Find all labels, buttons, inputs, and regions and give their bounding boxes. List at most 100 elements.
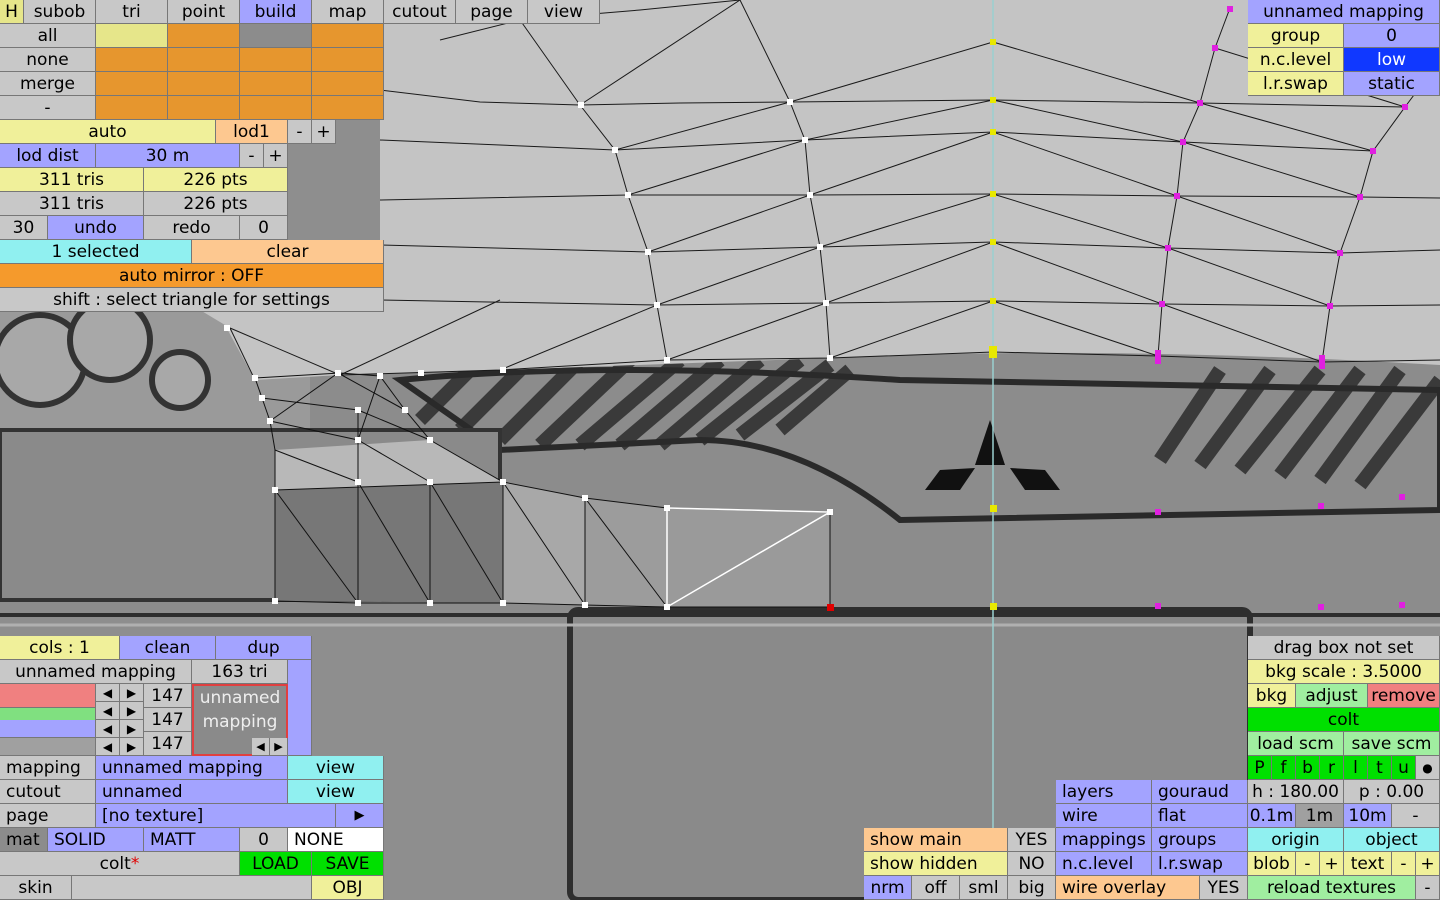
view-l-button[interactable]: l [1344, 756, 1368, 780]
view-t-button[interactable]: t [1368, 756, 1392, 780]
auto-mirror-toggle[interactable]: auto mirror : OFF [0, 264, 384, 288]
cutout-value[interactable]: unnamed [96, 780, 288, 804]
load-button[interactable]: LOAD [240, 852, 312, 876]
lod-dist-value[interactable]: 30 m [96, 144, 240, 168]
wire-button[interactable]: wire [1056, 804, 1152, 828]
undo-button[interactable]: undo [48, 216, 144, 240]
heading-value[interactable]: h : 180.00 [1248, 780, 1344, 804]
preview-right-arrow[interactable]: ▶ [270, 738, 288, 756]
dash-button[interactable]: - [0, 96, 96, 120]
mapping-title[interactable]: unnamed mapping [1248, 0, 1440, 24]
blue-channel-bar[interactable] [0, 720, 96, 738]
blue-right-arrow[interactable]: ▶ [120, 720, 144, 738]
menu-page[interactable]: page [456, 0, 528, 24]
layers-button[interactable]: layers [1056, 780, 1152, 804]
nc-level-value[interactable]: low [1344, 48, 1440, 72]
blob-plus-button[interactable]: + [1320, 852, 1344, 876]
grid-cell[interactable] [96, 24, 168, 48]
grid-cell[interactable] [312, 96, 384, 120]
menu-build[interactable]: build [240, 0, 312, 24]
view-u-button[interactable]: u [1392, 756, 1416, 780]
flat-button[interactable]: flat [1152, 804, 1248, 828]
select-none-button[interactable]: none [0, 48, 96, 72]
blue-left-arrow[interactable]: ◀ [96, 720, 120, 738]
save-scm-button[interactable]: save scm [1344, 732, 1440, 756]
wire-overlay-value[interactable]: YES [1200, 876, 1248, 900]
grid-cell[interactable] [168, 48, 240, 72]
menu-subob[interactable]: subob [24, 0, 96, 24]
grid-cell[interactable] [168, 96, 240, 120]
grid-cell[interactable] [96, 72, 168, 96]
view-b-button[interactable]: b [1296, 756, 1320, 780]
menu-map[interactable]: map [312, 0, 384, 24]
lod-plus-button[interactable]: + [312, 120, 336, 144]
grid-cell[interactable] [168, 72, 240, 96]
nc-level-button[interactable]: n.c.level [1056, 852, 1152, 876]
groups-button[interactable]: groups [1152, 828, 1248, 852]
mapping-scrollbar[interactable] [288, 660, 312, 756]
object-button[interactable]: object [1344, 828, 1440, 852]
bkg-button[interactable]: bkg [1248, 684, 1296, 708]
lr-swap-button[interactable]: l.r.swap [1152, 852, 1248, 876]
origin-button[interactable]: origin [1248, 828, 1344, 852]
solid-button[interactable]: SOLID [48, 828, 144, 852]
blob-minus-button[interactable]: - [1296, 852, 1320, 876]
grid-cell[interactable] [96, 48, 168, 72]
view-r-button[interactable]: r [1320, 756, 1344, 780]
grid-cell[interactable] [168, 24, 240, 48]
red-channel-bar[interactable] [0, 684, 96, 708]
cutout-view-button[interactable]: view [288, 780, 384, 804]
dot-icon[interactable]: ● [1416, 756, 1440, 780]
mappings-button[interactable]: mappings [1056, 828, 1152, 852]
red-left-arrow[interactable]: ◀ [96, 684, 120, 702]
select-all-button[interactable]: all [0, 24, 96, 48]
menu-point[interactable]: point [168, 0, 240, 24]
lr-swap-value[interactable]: static [1344, 72, 1440, 96]
nrm-button[interactable]: nrm [864, 876, 912, 900]
show-hidden-value[interactable]: NO [1008, 852, 1056, 876]
blob-button[interactable]: blob [1248, 852, 1296, 876]
grid-cell[interactable] [240, 24, 312, 48]
remove-button[interactable]: remove [1368, 684, 1440, 708]
menu-view[interactable]: view [528, 0, 600, 24]
off-button[interactable]: off [912, 876, 960, 900]
mapping-value[interactable]: unnamed mapping [96, 756, 288, 780]
show-main-button[interactable]: show main [864, 828, 1008, 852]
preview-left-arrow[interactable]: ◀ [252, 738, 270, 756]
step-minus-button[interactable]: - [1392, 804, 1440, 828]
big-button[interactable]: big [1008, 876, 1056, 900]
step-10m-button[interactable]: 10m [1344, 804, 1392, 828]
view-p-button[interactable]: P [1248, 756, 1272, 780]
grid-cell[interactable] [240, 72, 312, 96]
text-button[interactable]: text [1344, 852, 1392, 876]
green-right-arrow[interactable]: ▶ [120, 702, 144, 720]
menu-cutout[interactable]: cutout [384, 0, 456, 24]
menu-tri[interactable]: tri [96, 0, 168, 24]
step-01m-button[interactable]: 0.1m [1248, 804, 1296, 828]
show-hidden-button[interactable]: show hidden [864, 852, 1008, 876]
matt-button[interactable]: MATT [144, 828, 240, 852]
lod-dist-plus-button[interactable]: + [264, 144, 288, 168]
grid-cell[interactable] [312, 24, 384, 48]
merge-button[interactable]: merge [0, 72, 96, 96]
group-value[interactable]: 0 [1344, 24, 1440, 48]
skin-field[interactable] [72, 876, 312, 900]
grid-cell[interactable] [240, 96, 312, 120]
view-f-button[interactable]: f [1272, 756, 1296, 780]
text-minus-button[interactable]: - [1392, 852, 1416, 876]
alpha-right-arrow[interactable]: ▶ [120, 738, 144, 756]
obj-button[interactable]: OBJ [312, 876, 384, 900]
load-scm-button[interactable]: load scm [1248, 732, 1344, 756]
clear-button[interactable]: clear [192, 240, 384, 264]
reload-minus-button[interactable]: - [1416, 876, 1440, 900]
grid-cell[interactable] [240, 48, 312, 72]
sml-button[interactable]: sml [960, 876, 1008, 900]
pitch-value[interactable]: p : 0.00 [1344, 780, 1440, 804]
wire-overlay-button[interactable]: wire overlay [1056, 876, 1200, 900]
step-1m-button[interactable]: 1m [1296, 804, 1344, 828]
save-button[interactable]: SAVE [312, 852, 384, 876]
clean-button[interactable]: clean [120, 636, 216, 660]
menu-h[interactable]: H [0, 0, 24, 24]
auto-lod-button[interactable]: auto [0, 120, 216, 144]
gouraud-button[interactable]: gouraud [1152, 780, 1248, 804]
